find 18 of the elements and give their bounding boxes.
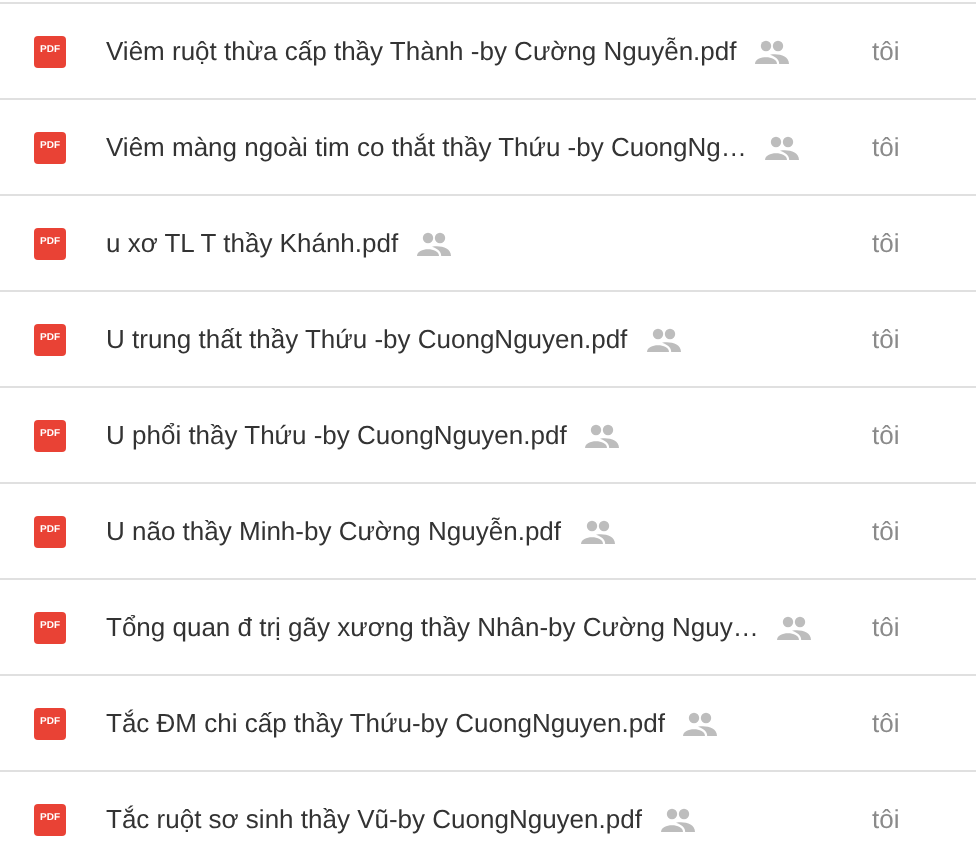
owner-name: tôi (872, 612, 900, 642)
file-name[interactable]: Tổng quan đ trị gãy xương thầy Nhân-by Cường Nguy… (106, 612, 759, 642)
file-name[interactable]: U não thầy Minh-by Cường Nguyễn.pdf (106, 516, 562, 546)
file-name[interactable]: U trung thất thầy Thứu -by CuongNguyen.pdf (106, 324, 628, 354)
owner-name: tôi (872, 420, 900, 450)
owner-name: tôi (872, 516, 900, 546)
file-name[interactable]: Tắc ruột sơ sinh thầy Vũ-by CuongNguyen.pdf (106, 804, 642, 834)
file-name[interactable]: Viêm ruột thừa cấp thầy Thành -by Cường Nguyễn.pdf (106, 36, 737, 66)
owner-name: tôi (872, 708, 900, 738)
owner-name: tôi (872, 36, 900, 66)
file-name[interactable]: u xơ TL T thầy Khánh.pdf (106, 228, 399, 258)
owner-name: tôi (872, 228, 900, 258)
file-name[interactable]: U phổi thầy Thứu -by CuongNguyen.pdf (106, 420, 567, 450)
owner-name: tôi (872, 132, 900, 162)
owner-name: tôi (872, 324, 900, 354)
owner-name: tôi (872, 804, 900, 834)
file-name[interactable]: Tắc ĐM chi cấp thầy Thứu-by CuongNguyen.pdf (106, 708, 665, 738)
file-name[interactable]: Viêm màng ngoài tim co thắt thầy Thứu -by CuongNg… (106, 132, 747, 162)
